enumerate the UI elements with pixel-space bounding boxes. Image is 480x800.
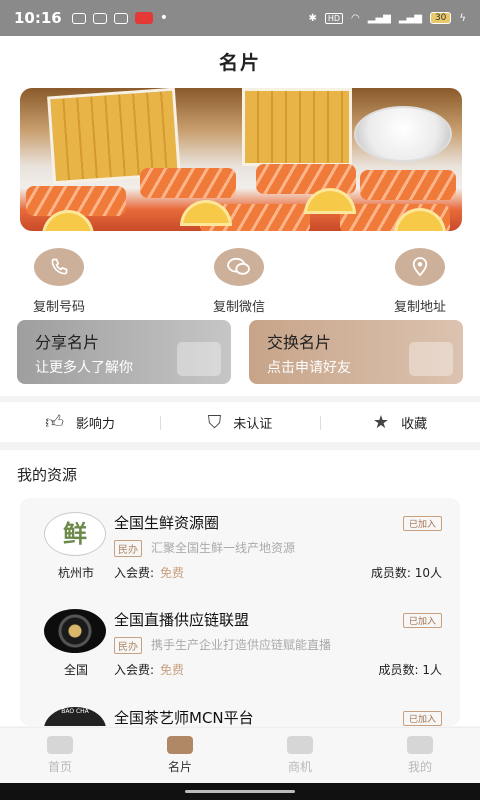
bottom-tab-bar: 首页 名片 商机 我的 (0, 727, 480, 783)
phone-icon (34, 248, 84, 286)
signal2-icon: ▂▄▆ (398, 12, 422, 24)
stats-row: 👍︎ 影响力 ⛉ 未认证 ★ 收藏 (0, 402, 480, 442)
home-icon (47, 736, 73, 754)
card-icon (167, 736, 193, 754)
charging-icon: ϟ (459, 12, 466, 24)
status-time: 10:16 (14, 9, 62, 27)
group-name: 全国茶艺师MCN平台 (114, 709, 254, 726)
group-fee: 入会费: 免费 (114, 566, 185, 580)
list-item[interactable]: 鲜 杭州市 全国生鲜资源圈 已加入 民办 汇聚全国生鲜一线产地资源 入会费: 免费… (20, 498, 460, 593)
tab-card[interactable]: 名片 (120, 728, 240, 783)
joined-badge: 已加入 (402, 613, 442, 628)
copy-address-label: 复制地址 (393, 300, 446, 315)
opportunity-icon (287, 736, 313, 754)
card-actions: 分享名片 让更多人了解你 交换名片 点击申请好友 (17, 320, 463, 384)
copy-wechat-label: 复制微信 (212, 300, 265, 315)
status-bar: 10:16 • ✱ HD ◠ ▂▄▆ ▂▄▆ 30 ϟ (0, 0, 480, 36)
wechat-icon (214, 248, 264, 286)
system-nav-bar (0, 783, 480, 800)
group-members: 成员数: 10人 (370, 566, 442, 580)
joined-badge: 已加入 (402, 516, 442, 531)
list-item[interactable]: 全国 全国直播供应链联盟 已加入 民办 携手生产企业打造供应链赋能直播 入会费:… (20, 595, 460, 690)
copy-address-button[interactable]: 复制地址 (375, 248, 465, 315)
group-logo (44, 609, 106, 653)
message-notification-icon (113, 12, 128, 24)
tab-profile[interactable]: 我的 (360, 728, 480, 783)
bluetooth-icon: ✱ (308, 12, 317, 24)
signal1-icon: ▂▄▆ (367, 12, 391, 24)
group-city: 全国 (63, 663, 88, 677)
favorite-label: 收藏 (401, 416, 428, 432)
resources-title: 我的资源 (17, 466, 78, 484)
home-gesture-handle[interactable] (185, 790, 295, 793)
card-page: 名片 复制号码 复制微信 复制地址 分享名片 让更多人了解你 交换名片 点击申请… (0, 36, 480, 726)
wifi-icon: ◠ (351, 12, 360, 24)
mail-notification-icon (92, 12, 107, 24)
group-logo: 鲜 (44, 512, 106, 556)
hd-badge: HD (324, 12, 344, 24)
quick-actions: 复制号码 复制微信 复制地址 (0, 248, 480, 315)
influence-button[interactable]: 👍︎ 影响力 (0, 411, 160, 433)
page-title: 名片 (218, 52, 261, 74)
verification-button[interactable]: ⛉ 未认证 (160, 412, 320, 433)
copy-phone-label: 复制号码 (32, 300, 85, 315)
favorite-button[interactable]: ★ 收藏 (320, 412, 480, 433)
group-logo: BAO CHA (44, 707, 106, 726)
group-description: 汇聚全国生鲜一线产地资源 (151, 541, 296, 555)
influence-label: 影响力 (75, 416, 115, 432)
tab-opportunity[interactable]: 商机 (240, 728, 360, 783)
thumbs-up-icon: 👍︎ (45, 412, 64, 433)
group-members: 成员数: 1人 (378, 663, 443, 677)
share-card-button[interactable]: 分享名片 让更多人了解你 (17, 320, 231, 384)
group-type-tag: 民办 (114, 540, 142, 557)
more-dot-icon: • (159, 10, 169, 26)
star-icon: ★ (372, 411, 390, 433)
joined-badge: 已加入 (402, 711, 442, 726)
banner-image (20, 88, 462, 231)
group-type-tag: 民办 (114, 637, 142, 654)
list-item[interactable]: BAO CHA 全国茶艺师MCN平台 已加入 (20, 693, 460, 726)
copy-wechat-button[interactable]: 复制微信 (194, 248, 284, 315)
group-fee: 入会费: 免费 (114, 663, 185, 677)
location-icon (395, 248, 445, 286)
share-icon (177, 342, 221, 376)
exchange-card-button[interactable]: 交换名片 点击申请好友 (249, 320, 463, 384)
app-notification-icon (134, 12, 153, 24)
group-name: 全国直播供应链联盟 (114, 611, 250, 629)
profile-icon (407, 736, 433, 754)
resources-list: 鲜 杭州市 全国生鲜资源圈 已加入 民办 汇聚全国生鲜一线产地资源 入会费: 免费… (20, 498, 460, 726)
chat-notification-icon (71, 12, 86, 24)
group-city: 杭州市 (57, 566, 94, 580)
verification-label: 未认证 (233, 416, 273, 432)
copy-phone-button[interactable]: 复制号码 (14, 248, 104, 315)
tab-home[interactable]: 首页 (0, 728, 120, 783)
card-exchange-icon (409, 342, 453, 376)
shield-user-icon: ⛉ (207, 411, 222, 433)
group-description: 携手生产企业打造供应链赋能直播 (151, 638, 332, 652)
battery-icon: 30 (429, 12, 452, 24)
group-name: 全国生鲜资源圈 (114, 514, 220, 532)
